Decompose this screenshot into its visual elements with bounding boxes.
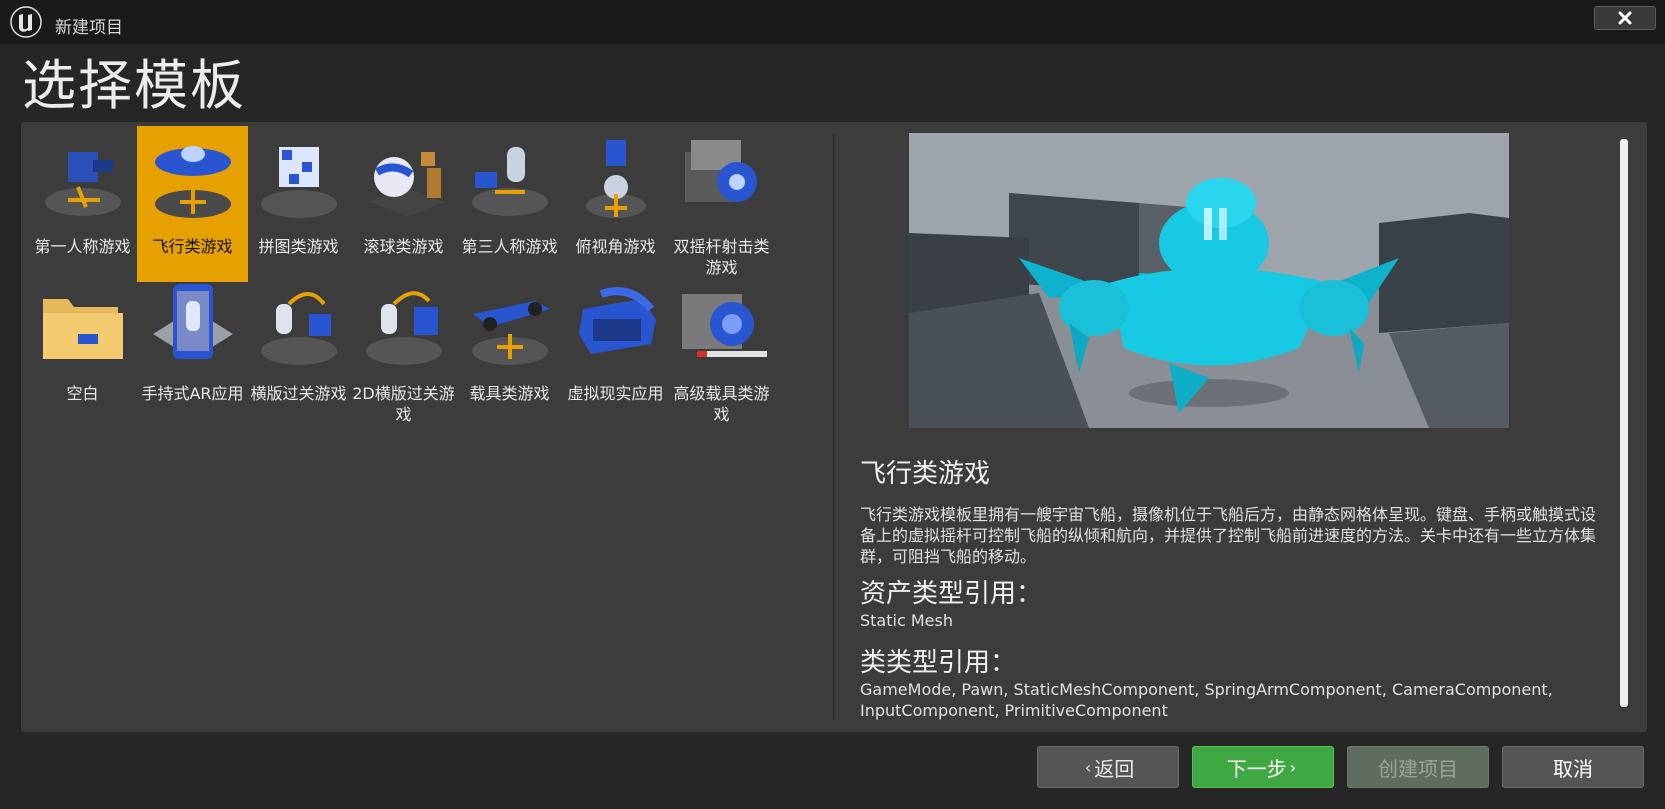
close-button[interactable] bbox=[1594, 6, 1656, 30]
template-label: 空白 bbox=[66, 384, 99, 403]
top-down-icon bbox=[586, 140, 646, 218]
template-tile[interactable]: 虚拟现实应用 bbox=[560, 273, 671, 429]
template-tile[interactable]: 空白 bbox=[27, 273, 138, 429]
vehicle-icon bbox=[472, 301, 550, 365]
next-label: 下一步 bbox=[1226, 756, 1287, 781]
blank-folder-icon bbox=[43, 299, 123, 359]
template-label: 手持式AR应用 bbox=[141, 384, 244, 403]
template-label: 拼图类游戏 bbox=[258, 237, 339, 256]
asset-types-value: Static Mesh bbox=[860, 611, 953, 630]
third-person-icon bbox=[472, 147, 548, 216]
template-title: 飞行类游戏 bbox=[860, 459, 991, 489]
chevron-left-icon: ‹ bbox=[1084, 757, 1092, 777]
template-label: 横版过关游戏 bbox=[250, 384, 347, 403]
twin-stick-icon bbox=[685, 140, 757, 202]
template-label: 虚拟现实应用 bbox=[567, 384, 664, 403]
handheld-ar-icon bbox=[153, 284, 233, 359]
template-tile[interactable]: 2D横版过关游戏 bbox=[348, 273, 459, 429]
back-button[interactable]: ‹ 返回 bbox=[1037, 746, 1179, 788]
class-types-heading: 类类型引用： bbox=[860, 648, 1017, 678]
panel-divider bbox=[833, 134, 834, 720]
2d-side-scroller-icon bbox=[366, 291, 442, 365]
template-description: 飞行类游戏模板里拥有一艘宇宙飞船，摄像机位于飞船后方，由静态网格体呈现。键盘、手… bbox=[860, 505, 1597, 566]
template-tile[interactable]: 横版过关游戏 bbox=[243, 273, 354, 429]
first-person-icon bbox=[45, 152, 121, 216]
cancel-button[interactable]: 取消 bbox=[1502, 746, 1644, 788]
close-icon bbox=[1618, 11, 1632, 25]
template-label: 第一人称游戏 bbox=[34, 237, 131, 256]
template-label: 滚球类游戏 bbox=[363, 237, 444, 256]
template-preview-image bbox=[909, 133, 1509, 428]
template-label: 俯视角游戏 bbox=[575, 237, 656, 256]
template-label: 载具类游戏 bbox=[469, 384, 550, 403]
create-project-button[interactable]: 创建项目 bbox=[1347, 746, 1489, 788]
advanced-vehicle-icon bbox=[682, 294, 767, 357]
template-tile[interactable]: 拼图类游戏 bbox=[243, 126, 354, 282]
asset-types-heading: 资产类型引用： bbox=[860, 579, 1043, 609]
next-button[interactable]: 下一步 › bbox=[1192, 746, 1334, 788]
back-label: 返回 bbox=[1094, 756, 1135, 781]
details-scrollbar[interactable] bbox=[1620, 139, 1628, 707]
rolling-icon bbox=[369, 152, 444, 217]
template-label: 高级载具类游戏 bbox=[673, 384, 770, 424]
cancel-label: 取消 bbox=[1553, 756, 1593, 781]
page-title: 选择模板 bbox=[22, 54, 246, 117]
template-tile[interactable]: 双摇杆射击类游戏 bbox=[666, 126, 777, 282]
template-tile[interactable]: 高级载具类游戏 bbox=[666, 273, 777, 429]
template-label: 双摇杆射击类游戏 bbox=[673, 237, 770, 277]
template-label: 2D横版过关游戏 bbox=[352, 384, 455, 424]
template-tile[interactable]: 第一人称游戏 bbox=[27, 126, 138, 282]
template-tile[interactable]: 手持式AR应用 bbox=[137, 273, 248, 429]
template-label: 飞行类游戏 bbox=[152, 237, 233, 256]
vr-headset-icon bbox=[579, 287, 656, 354]
class-types-value: GameMode, Pawn, StaticMeshComponent, Spr… bbox=[860, 680, 1553, 720]
template-tile[interactable]: 载具类游戏 bbox=[454, 273, 565, 429]
side-scroller-icon bbox=[261, 292, 337, 365]
create-label: 创建项目 bbox=[1378, 756, 1458, 781]
puzzle-icon bbox=[261, 147, 337, 218]
unreal-logo-icon bbox=[10, 6, 42, 38]
template-tile[interactable]: 滚球类游戏 bbox=[348, 126, 459, 282]
template-label: 第三人称游戏 bbox=[461, 237, 558, 256]
template-tile[interactable]: 俯视角游戏 bbox=[560, 126, 671, 282]
template-tile[interactable]: 第三人称游戏 bbox=[454, 126, 565, 282]
template-tile[interactable]: 飞行类游戏 bbox=[137, 126, 248, 282]
window-title: 新建项目 bbox=[55, 18, 123, 38]
new-project-window: 新建项目 选择模板 第一人称游戏 飞行类游戏 拼图类游戏 滚球类游戏 第三人称游戏 俯视角… bbox=[0, 0, 1665, 809]
title-bar: 新建项目 bbox=[0, 0, 1665, 44]
flying-icon bbox=[155, 146, 231, 218]
chevron-right-icon: › bbox=[1289, 757, 1297, 777]
